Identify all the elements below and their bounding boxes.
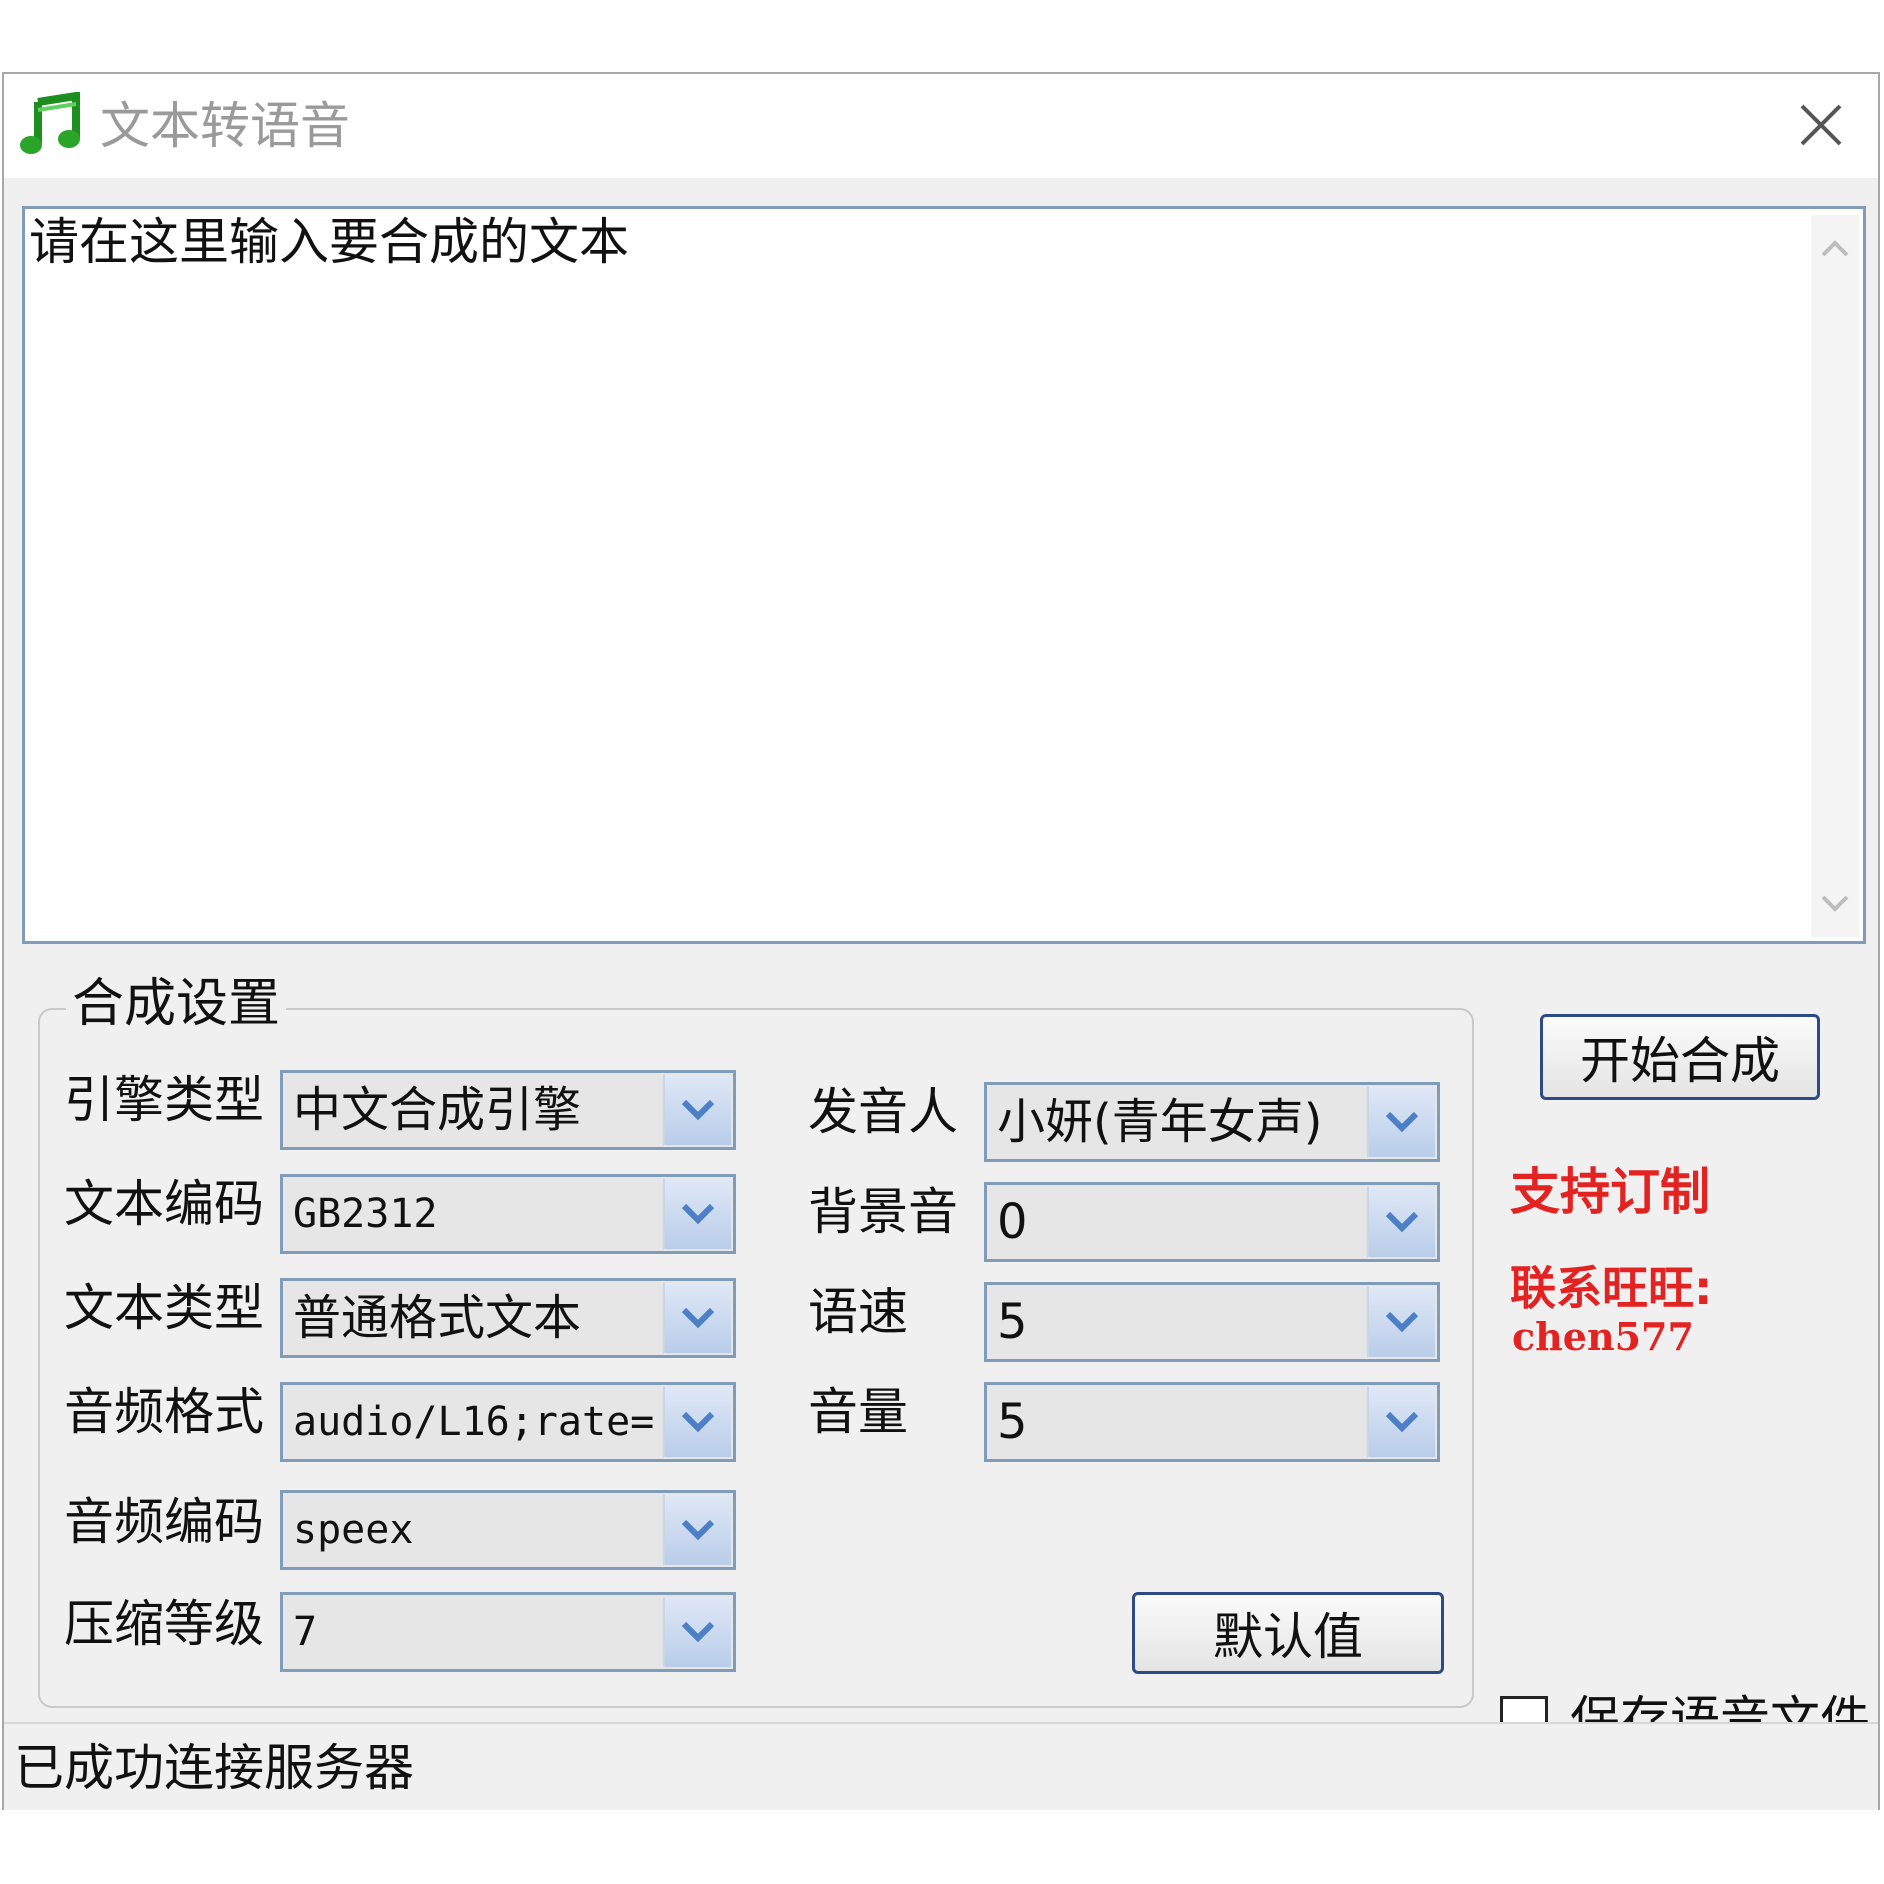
support-custom-text: 支持订制 (1510, 1163, 1710, 1221)
close-button[interactable] (1794, 98, 1848, 152)
close-icon (1800, 104, 1842, 146)
chevron-down-icon[interactable] (1367, 1087, 1435, 1157)
volume-label: 音量 (808, 1383, 908, 1441)
music-note-icon (18, 91, 84, 158)
volume-value: 5 (997, 1394, 1028, 1450)
contact-label: 联系旺旺: (1510, 1261, 1713, 1315)
chevron-down-icon[interactable] (663, 1283, 731, 1353)
window-title: 文本转语音 (100, 97, 350, 155)
chevron-down-icon[interactable] (1367, 1287, 1435, 1357)
compression-level-value: 7 (293, 1609, 318, 1655)
start-synthesis-button[interactable]: 开始合成 (1540, 1014, 1820, 1100)
audio-codec-value: speex (293, 1507, 414, 1553)
text-type-value: 普通格式文本 (293, 1290, 582, 1346)
speech-rate-select[interactable]: 5 (984, 1282, 1440, 1362)
speaker-select[interactable]: 小妍(青年女声) (984, 1082, 1440, 1162)
title-bar: 文本转语音 (4, 74, 1878, 178)
chevron-down-icon[interactable] (663, 1387, 731, 1457)
tts-window: 文本转语音 请在这里输入要合成的文本 合成设置 引擎类型 中文合成引擎 文本编码… (2, 72, 1880, 1810)
text-encoding-value: GB2312 (293, 1191, 438, 1237)
chevron-down-icon[interactable] (663, 1597, 731, 1667)
background-sound-select[interactable]: 0 (984, 1182, 1440, 1262)
volume-select[interactable]: 5 (984, 1382, 1440, 1462)
default-values-button[interactable]: 默认值 (1132, 1592, 1444, 1674)
background-sound-label: 背景音 (808, 1183, 958, 1241)
text-type-select[interactable]: 普通格式文本 (280, 1278, 736, 1358)
chevron-down-icon[interactable] (663, 1075, 731, 1145)
chevron-down-icon[interactable] (1367, 1187, 1435, 1257)
engine-type-value: 中文合成引擎 (293, 1082, 582, 1138)
contact-id: chen577 (1512, 1314, 1694, 1359)
engine-type-select[interactable]: 中文合成引擎 (280, 1070, 736, 1150)
compression-level-select[interactable]: 7 (280, 1592, 736, 1672)
speech-rate-value: 5 (997, 1294, 1028, 1350)
audio-codec-label: 音频编码 (64, 1493, 264, 1551)
audio-codec-select[interactable]: speex (280, 1490, 736, 1570)
speech-rate-label: 语速 (808, 1283, 908, 1341)
status-text: 已成功连接服务器 (14, 1739, 414, 1797)
status-bar: 已成功连接服务器 (4, 1722, 1878, 1810)
engine-type-label: 引擎类型 (64, 1071, 264, 1129)
speaker-value: 小妍(青年女声) (997, 1094, 1323, 1150)
chevron-down-icon[interactable] (663, 1495, 731, 1565)
audio-format-label: 音频格式 (64, 1383, 264, 1441)
audio-format-value: audio/L16;rate= (293, 1399, 653, 1445)
chevron-down-icon[interactable] (1367, 1387, 1435, 1457)
speaker-label: 发音人 (808, 1083, 958, 1141)
audio-format-select[interactable]: audio/L16;rate= (280, 1382, 736, 1462)
text-input-area: 请在这里输入要合成的文本 (22, 206, 1866, 944)
chevron-down-icon[interactable] (663, 1179, 731, 1249)
synthesis-settings-title: 合成设置 (66, 972, 287, 1036)
vertical-scrollbar[interactable] (1811, 215, 1859, 937)
text-type-label: 文本类型 (64, 1279, 264, 1337)
scroll-up-arrow-icon[interactable] (1811, 223, 1859, 273)
background-sound-value: 0 (997, 1194, 1028, 1250)
scroll-down-arrow-icon[interactable] (1811, 879, 1859, 929)
text-encoding-select[interactable]: GB2312 (280, 1174, 736, 1254)
text-encoding-label: 文本编码 (64, 1175, 264, 1233)
synthesis-text-input[interactable]: 请在这里输入要合成的文本 (29, 211, 1797, 935)
compression-level-label: 压缩等级 (64, 1595, 264, 1653)
